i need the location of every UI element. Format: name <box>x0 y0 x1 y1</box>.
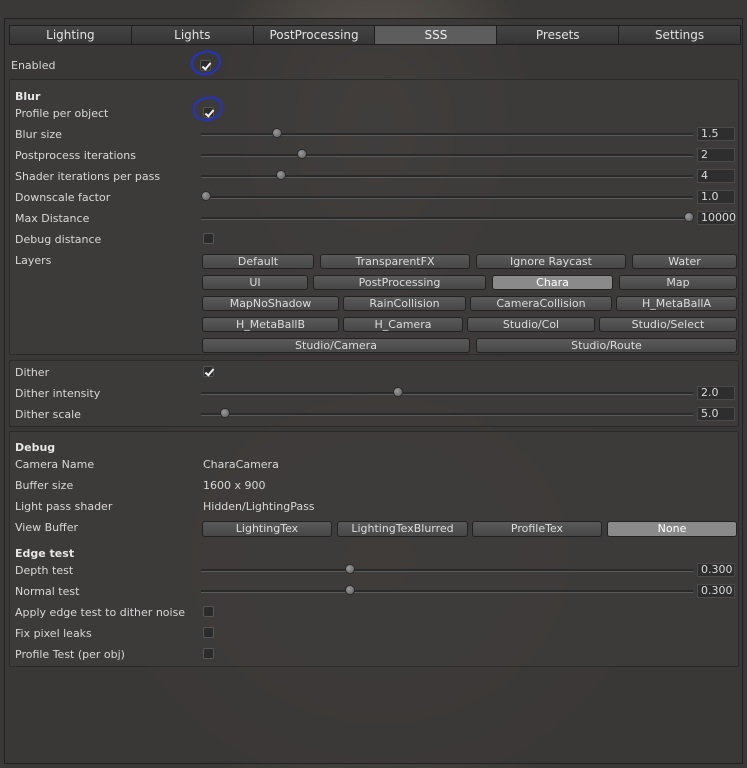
shader-iterations-label: Shader iterations per pass <box>15 170 161 183</box>
debug-header: Debug <box>15 441 56 454</box>
dither-intensity-label: Dither intensity <box>15 387 101 400</box>
depth-test-value[interactable]: 0.300 <box>697 563 735 577</box>
normal-test-label: Normal test <box>15 585 80 598</box>
layer-button-chara[interactable]: Chara <box>492 275 613 290</box>
layer-button-raincollision[interactable]: RainCollision <box>343 296 466 311</box>
sss-settings-window: Lighting Lights PostProcessing SSS Prese… <box>4 18 743 764</box>
tab-lighting[interactable]: Lighting <box>10 26 132 44</box>
layer-button-studio-route[interactable]: Studio/Route <box>476 338 737 353</box>
dither-intensity-value[interactable]: 2.0 <box>697 386 735 400</box>
blur-size-slider-thumb[interactable] <box>272 128 282 138</box>
debug-distance-label: Debug distance <box>15 233 102 246</box>
tab-postprocessing[interactable]: PostProcessing <box>253 26 376 44</box>
profile-per-object-label: Profile per object <box>15 107 109 120</box>
layer-button-h-metaballb[interactable]: H_MetaBallB <box>202 317 339 332</box>
blur-header: Blur <box>15 90 41 103</box>
layer-button-cameracollision[interactable]: CameraCollision <box>470 296 612 311</box>
camera-name-label: Camera Name <box>15 458 95 471</box>
layer-button-h-camera[interactable]: H_Camera <box>343 317 463 332</box>
depth-test-slider-track[interactable] <box>201 569 693 572</box>
dither-intensity-slider-track[interactable] <box>201 392 693 395</box>
layer-button-ui[interactable]: UI <box>202 275 308 290</box>
layer-button-postprocessing[interactable]: PostProcessing <box>313 275 486 290</box>
tab-settings[interactable]: Settings <box>619 26 740 44</box>
enabled-label: Enabled <box>11 59 56 72</box>
blur-size-label: Blur size <box>15 128 62 141</box>
buffer-size-label: Buffer size <box>15 479 74 492</box>
layer-button-mapnoshadow[interactable]: MapNoShadow <box>202 296 339 311</box>
debug-section <box>9 431 739 667</box>
max-distance-value[interactable]: 10000 <box>697 211 736 225</box>
view-buffer-lightingtexblurred-button[interactable]: LightingTexBlurred <box>337 521 468 537</box>
postprocess-iterations-slider-thumb[interactable] <box>297 149 307 159</box>
annotation-circle <box>189 49 223 77</box>
fix-pixel-leaks-checkbox[interactable] <box>203 627 214 638</box>
shader-iterations-value[interactable]: 4 <box>697 169 735 183</box>
layer-button-map[interactable]: Map <box>619 275 737 290</box>
buffer-size-value: 1600 x 900 <box>203 479 266 492</box>
layer-button-default[interactable]: Default <box>202 254 314 269</box>
layer-button-ignore-raycast[interactable]: Ignore Raycast <box>476 254 626 269</box>
depth-test-label: Depth test <box>15 564 74 577</box>
layer-button-h-metaballa[interactable]: H_MetaBallA <box>616 296 737 311</box>
debug-distance-checkbox[interactable] <box>203 233 214 244</box>
view-buffer-none-button[interactable]: None <box>607 521 737 537</box>
downscale-factor-slider-track[interactable] <box>201 196 693 199</box>
profile-test-checkbox[interactable] <box>203 648 214 659</box>
dither-scale-value[interactable]: 5.0 <box>697 407 735 421</box>
tab-sss[interactable]: SSS <box>375 26 498 44</box>
light-pass-shader-value: Hidden/LightingPass <box>203 500 315 513</box>
view-buffer-lightingtex-button[interactable]: LightingTex <box>202 521 332 537</box>
normal-test-slider-thumb[interactable] <box>345 585 355 595</box>
light-pass-shader-label: Light pass shader <box>15 500 113 513</box>
layer-button-studio-select[interactable]: Studio/Select <box>599 317 737 332</box>
shader-iterations-slider-track[interactable] <box>201 175 693 178</box>
layer-button-studio-col[interactable]: Studio/Col <box>467 317 595 332</box>
profile-test-label: Profile Test (per obj) <box>15 648 125 661</box>
downscale-factor-value[interactable]: 1.0 <box>697 190 735 204</box>
postprocess-iterations-label: Postprocess iterations <box>15 149 136 162</box>
depth-test-slider-thumb[interactable] <box>345 564 355 574</box>
postprocess-iterations-value[interactable]: 2 <box>697 148 735 162</box>
postprocess-iterations-slider-track[interactable] <box>201 154 693 157</box>
fix-pixel-leaks-label: Fix pixel leaks <box>15 627 92 640</box>
blur-size-value[interactable]: 1.5 <box>697 127 735 141</box>
normal-test-value[interactable]: 0.300 <box>697 584 735 598</box>
dither-checkbox[interactable] <box>203 366 214 377</box>
dither-scale-label: Dither scale <box>15 408 81 421</box>
layers-label: Layers <box>15 254 52 267</box>
layer-button-water[interactable]: Water <box>632 254 737 269</box>
apply-edge-test-checkbox[interactable] <box>203 606 214 617</box>
tab-presets[interactable]: Presets <box>497 26 620 44</box>
tab-bar: Lighting Lights PostProcessing SSS Prese… <box>9 25 741 45</box>
normal-test-slider-track[interactable] <box>201 590 693 593</box>
dither-label: Dither <box>15 366 50 379</box>
dither-scale-slider-thumb[interactable] <box>220 408 230 418</box>
edge-test-header: Edge test <box>15 547 75 560</box>
apply-edge-test-label: Apply edge test to dither noise <box>15 606 186 619</box>
view-buffer-label: View Buffer <box>15 521 78 534</box>
camera-name-value: CharaCamera <box>203 458 279 471</box>
downscale-factor-slider-thumb[interactable] <box>201 191 211 201</box>
layer-button-transparentfx[interactable]: TransparentFX <box>320 254 470 269</box>
dither-intensity-slider-thumb[interactable] <box>393 387 403 397</box>
view-buffer-profiletex-button[interactable]: ProfileTex <box>472 521 602 537</box>
max-distance-slider-thumb[interactable] <box>684 212 694 222</box>
shader-iterations-slider-thumb[interactable] <box>276 170 286 180</box>
downscale-factor-label: Downscale factor <box>15 191 111 204</box>
max-distance-label: Max Distance <box>15 212 90 225</box>
tab-lights[interactable]: Lights <box>131 26 254 44</box>
dither-scale-slider-track[interactable] <box>201 413 693 416</box>
layer-button-studio-camera[interactable]: Studio/Camera <box>202 338 470 353</box>
max-distance-slider-track[interactable] <box>201 217 693 220</box>
